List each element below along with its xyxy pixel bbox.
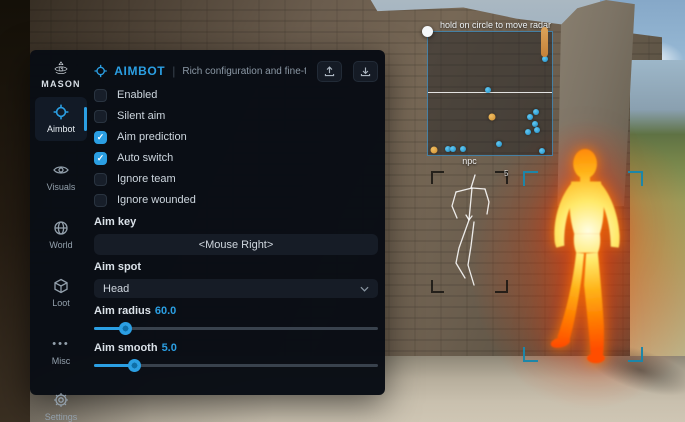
checkbox-row-auto-switch[interactable]: Auto switch	[94, 148, 378, 168]
main-content: AIMBOT | Rich configuration and fine-tun…	[94, 58, 378, 372]
sidebar-item-settings[interactable]: Settings	[35, 385, 87, 422]
radar-dot-blue	[460, 146, 466, 152]
checkbox-row-ignore-team[interactable]: Ignore team	[94, 169, 378, 189]
aim-smooth-slider[interactable]	[94, 359, 378, 372]
slider-label: Aim radius	[94, 305, 151, 317]
cheat-menu-panel: MASON Aimbot Visuals World	[30, 50, 385, 395]
tab-header: AIMBOT | Rich configuration and fine-tun…	[94, 58, 378, 84]
checkbox-label: Aim prediction	[117, 131, 187, 143]
radar-dot-blue	[485, 87, 491, 93]
bracket-corner	[628, 347, 643, 362]
radar-dot-orange	[489, 113, 496, 120]
sidebar-item-label: Aimbot	[47, 124, 75, 134]
sidebar-item-label: Loot	[52, 298, 70, 308]
aim-key-label: Aim key	[94, 216, 378, 229]
aim-smooth-label-row: Aim smooth 5.0	[94, 342, 378, 356]
checkbox[interactable]	[94, 89, 107, 102]
globe-icon	[53, 220, 69, 236]
tab-title: AIMBOT	[114, 64, 165, 78]
checkbox-label: Silent aim	[117, 110, 165, 122]
npc-name-label: npc	[431, 156, 508, 166]
checkbox[interactable]	[94, 152, 107, 165]
upload-icon	[323, 65, 336, 78]
radar-dot-blue	[534, 127, 540, 133]
radar-dot-blue	[496, 141, 502, 147]
sidebar: MASON Aimbot Visuals World	[30, 50, 92, 395]
wooden-post	[541, 27, 548, 57]
cube-icon	[53, 278, 69, 294]
checkbox[interactable]	[94, 131, 107, 144]
download-icon	[359, 65, 372, 78]
active-indicator	[84, 107, 87, 131]
slider-thumb[interactable]	[119, 322, 132, 335]
checkbox[interactable]	[94, 173, 107, 186]
sidebar-item-loot[interactable]: Loot	[35, 271, 87, 315]
ellipsis-icon: •••	[52, 336, 70, 352]
radar-dot-blue	[527, 114, 533, 120]
sidebar-item-label: Visuals	[47, 182, 76, 192]
gear-icon	[53, 392, 69, 408]
checkbox-label: Auto switch	[117, 152, 173, 164]
radar-hint-text: hold on circle to move radar	[440, 20, 551, 30]
aim-spot-label: Aim spot	[94, 261, 378, 274]
aim-spot-value: Head	[103, 283, 360, 295]
checkbox-row-aim-prediction[interactable]: Aim prediction	[94, 127, 378, 147]
aim-spot-select[interactable]: Head	[94, 279, 378, 298]
checkbox-label: Enabled	[117, 89, 157, 101]
eye-icon	[53, 162, 69, 178]
export-config-button[interactable]	[317, 61, 342, 82]
aim-key-button[interactable]: <Mouse Right>	[94, 234, 378, 255]
radar-dot-blue	[450, 146, 456, 152]
radar-dot-blue	[533, 109, 539, 115]
checkbox[interactable]	[94, 110, 107, 123]
mason-eye-logo-icon	[53, 60, 69, 76]
sidebar-item-world[interactable]: World	[35, 213, 87, 257]
checkbox-row-ignore-wounded[interactable]: Ignore wounded	[94, 190, 378, 210]
radar	[427, 31, 553, 156]
brand: MASON	[41, 60, 81, 89]
npc-distance-label: 5	[504, 169, 508, 178]
radar-dot-orange	[431, 147, 438, 154]
checkbox-label: Ignore wounded	[117, 194, 196, 206]
import-config-button[interactable]	[353, 61, 378, 82]
slider-value: 60.0	[155, 305, 176, 317]
radar-dot-blue	[539, 148, 545, 154]
radar-horizon-line	[428, 92, 552, 93]
sidebar-item-label: Misc	[52, 356, 71, 366]
radar-drag-handle[interactable]	[422, 26, 433, 37]
tab-subtitle: Rich configuration and fine-tuning	[182, 66, 306, 77]
checkbox-label: Ignore team	[117, 173, 176, 185]
bracket-corner	[523, 171, 538, 186]
bracket-corner	[523, 347, 538, 362]
chevron-down-icon	[360, 286, 369, 292]
sidebar-item-misc[interactable]: ••• Misc	[35, 329, 87, 373]
checkbox-row-silent-aim[interactable]: Silent aim	[94, 106, 378, 126]
checkbox-row-enabled[interactable]: Enabled	[94, 85, 378, 105]
checkbox[interactable]	[94, 194, 107, 207]
sidebar-item-aimbot[interactable]: Aimbot	[35, 97, 87, 141]
slider-value: 5.0	[162, 342, 177, 354]
bracket-corner	[628, 171, 643, 186]
aim-radius-slider[interactable]	[94, 322, 378, 335]
sidebar-item-visuals[interactable]: Visuals	[35, 155, 87, 199]
header-separator: |	[172, 64, 175, 78]
sidebar-item-label: Settings	[45, 412, 78, 422]
crosshair-icon	[53, 104, 69, 120]
dark-wall-edge	[0, 0, 30, 422]
crosshair-icon	[94, 63, 107, 79]
slider-label: Aim smooth	[94, 342, 158, 354]
slider-thumb[interactable]	[128, 359, 141, 372]
player-esp-box	[523, 171, 643, 362]
game-screen: hold on circle to move radar npc 5	[0, 0, 685, 422]
brand-label: MASON	[41, 79, 81, 89]
npc-skeleton-esp	[441, 170, 501, 295]
sidebar-item-label: World	[49, 240, 72, 250]
radar-dot-blue	[525, 129, 531, 135]
radar-dot-blue	[532, 121, 538, 127]
aim-radius-label-row: Aim radius 60.0	[94, 305, 378, 319]
